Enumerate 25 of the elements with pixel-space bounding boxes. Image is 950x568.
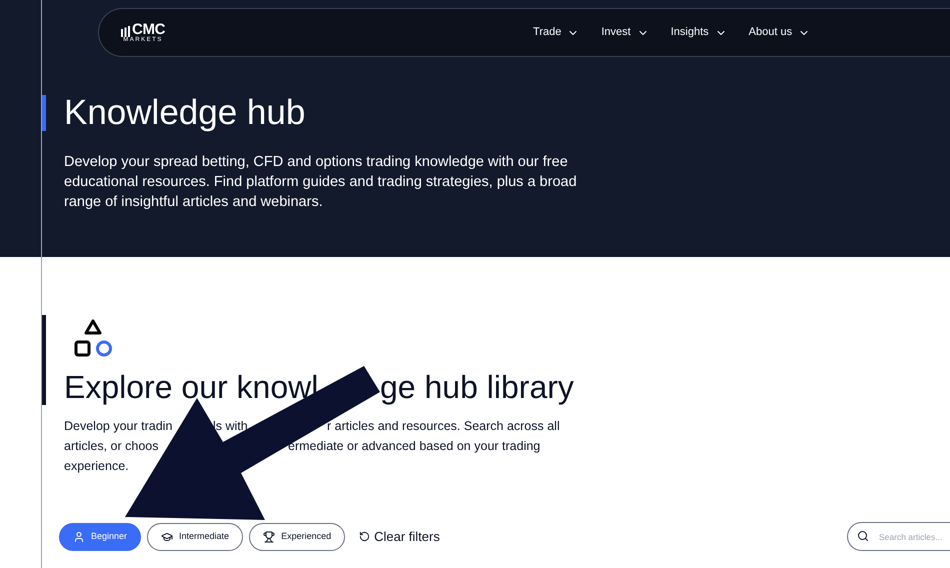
graduation-cap-icon [161,530,174,542]
bars-icon [121,26,131,37]
section-description: r articles and resources. Search across all [327,418,560,435]
trophy-icon [263,530,276,542]
reset-icon [359,531,370,542]
level-filter-chip[interactable]: Intermediate [147,522,244,550]
section-description: ermediate or advanced based on your trading [288,438,540,455]
search-field[interactable]: Search articles... [847,522,950,551]
nav-menu-item[interactable]: Trade [533,24,580,41]
search-icon [857,530,869,542]
person-icon [73,530,85,542]
hero-description: Develop your spread betting, CFD and options trading knowledge with our free educational resources. Find platform guides and trading strategies, plus a broad range of insightful articles and webinars. [64,153,578,212]
section-description: Develop your tradin [64,418,174,435]
section-description: articles, or choos [64,438,160,455]
section-title: ge hub library [380,369,574,405]
shapes-icon [73,318,113,358]
level-filter-chip[interactable]: Experienced [249,522,346,550]
clear-filters-button[interactable]: Clear filters [359,526,440,546]
page-title: Knowledge hub [64,94,306,132]
section-description: experience. [64,458,129,475]
nav-menu-item[interactable]: About us [748,24,810,41]
nav-menu-item[interactable]: Insights [670,24,727,41]
level-filter-chip[interactable]: Beginner [59,522,142,550]
nav-menu-item[interactable]: Invest [601,24,649,41]
section-title: Explore our knowl [64,369,320,405]
